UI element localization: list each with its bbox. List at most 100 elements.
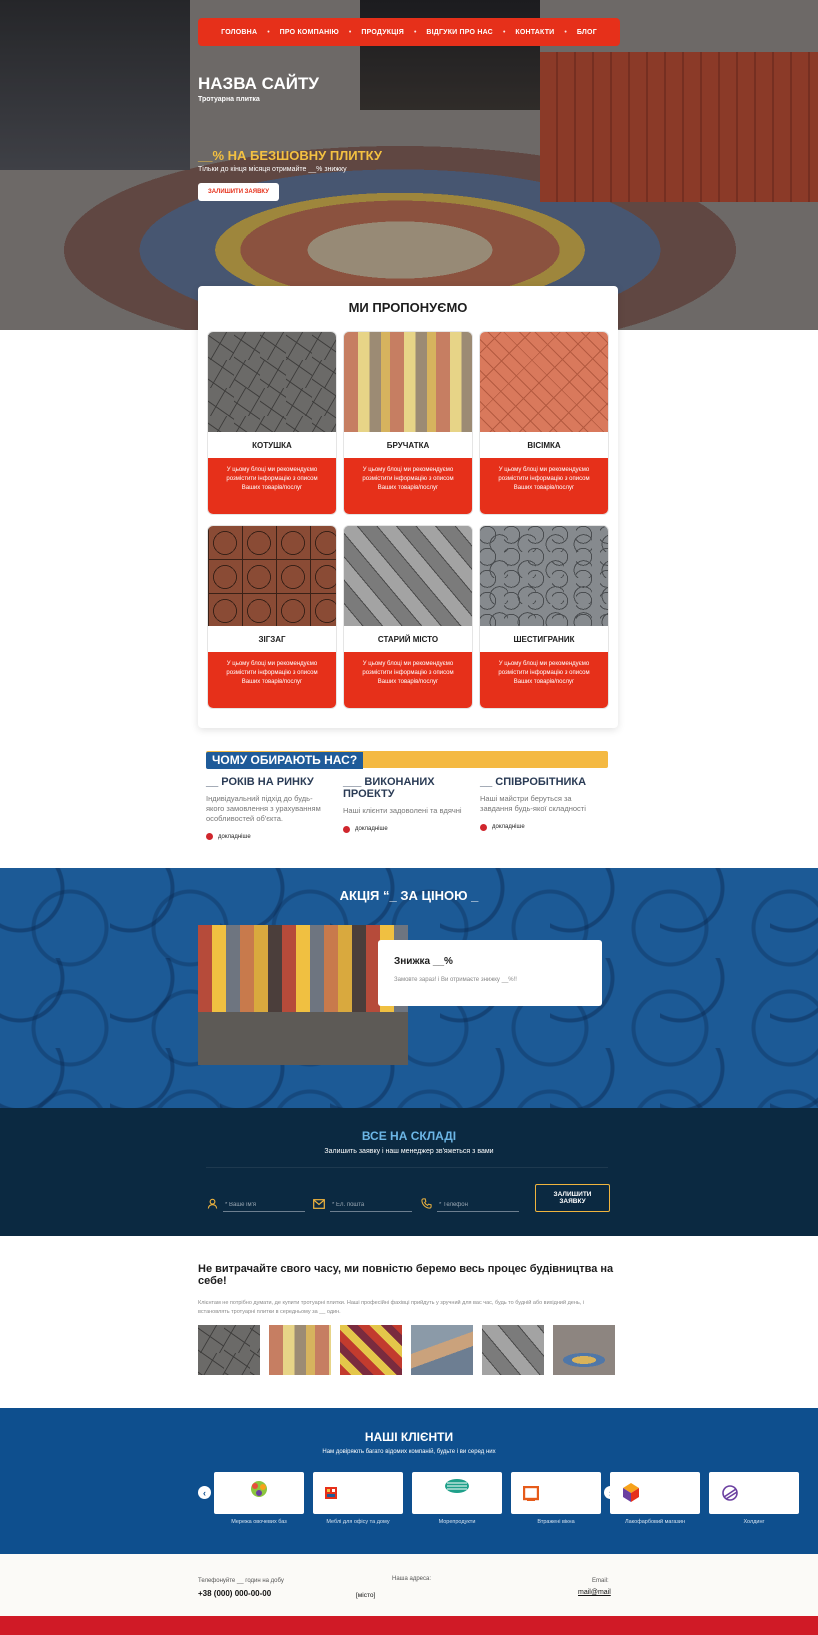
gallery-image[interactable] [269, 1325, 331, 1375]
client-item[interactable]: Мережа овочевих баз [214, 1472, 304, 1525]
gallery-image[interactable] [411, 1325, 473, 1375]
client-name: Холдинг [743, 1519, 765, 1525]
why-item-text: Наші клієнти задоволені та вдячні [343, 806, 462, 816]
product-name: БРУЧАТКА [386, 440, 430, 450]
vegetables-logo-icon [251, 1481, 267, 1497]
nav-products[interactable]: ПРОДУКЦІЯ [361, 29, 404, 36]
gallery-image[interactable] [340, 1325, 402, 1375]
product-grid: КОТУШКА У цьому блоці ми рекомендуємо ро… [208, 332, 608, 708]
why-section: ЧОМУ ОБИРАЮТЬ НАС? __ РОКІВ НА РИНКУ Інд… [206, 751, 608, 841]
furniture-logo-icon [325, 1487, 337, 1499]
client-logo [313, 1472, 403, 1514]
why-columns: __ РОКІВ НА РИНКУ Індивідуальний підхід … [206, 776, 608, 841]
submit-request-button[interactable]: ЗАЛИШИТИ ЗАЯВКУ [535, 1184, 610, 1212]
more-link-label: докладніше [492, 824, 525, 831]
user-icon [206, 1198, 218, 1212]
product-name: ЗІГЗАГ [258, 634, 286, 644]
envelope-icon [313, 1199, 325, 1212]
client-item[interactable]: Холдинг [709, 1472, 799, 1525]
why-header-bar: ЧОМУ ОБИРАЮТЬ НАС? [206, 751, 608, 769]
why-item-text: Наші майстри беруться за завдання будь-я… [480, 794, 586, 813]
more-link[interactable]: докладніше [480, 823, 604, 831]
address: [місто] [356, 1592, 376, 1599]
hero-promo: __% НА БЕЗШОВНУ ПЛИТКУ Тільки до кінця м… [198, 148, 418, 220]
nav-home[interactable]: ГОЛОВНА [221, 29, 257, 36]
holding-logo-icon [722, 1485, 738, 1501]
discount-box: Знижка __% Замовте зараз! і Ви отримаєте… [378, 940, 602, 1006]
phone-label: Телефонуйте __ годин на добу [198, 1578, 284, 1584]
build-section: Не витрачайте свого часу, ми повністю бе… [198, 1263, 620, 1317]
warehouse-section: ВСЕ НА СКЛАДІ Залишить заявку і наш мене… [0, 1108, 818, 1236]
product-card[interactable]: ШЕСТИГРАНИК У цьому блоці ми рекомендуєм… [480, 526, 608, 708]
product-description: У цьому блоці ми рекомендуємо розмістити… [208, 458, 336, 514]
phone-icon [420, 1198, 432, 1212]
product-card[interactable]: КОТУШКА У цьому блоці ми рекомендуємо ро… [208, 332, 336, 514]
product-image [208, 332, 336, 432]
nav-reviews[interactable]: ВІДГУКИ ПРО НАС [426, 29, 493, 36]
carousel-prev-button[interactable]: ‹ [198, 1486, 211, 1499]
product-description: У цьому блоці ми рекомендуємо розмістити… [344, 458, 472, 514]
email-field[interactable] [330, 1199, 412, 1212]
client-item[interactable]: Меблі для офісу та дому [313, 1472, 403, 1525]
promo-title: __% НА БЕЗШОВНУ ПЛИТКУ [198, 148, 382, 163]
nav-blog[interactable]: БЛОГ [577, 29, 597, 36]
more-link[interactable]: докладніше [206, 833, 330, 841]
phone-field[interactable] [437, 1199, 519, 1212]
nav-about[interactable]: ПРО КОМПАНІЮ [280, 29, 339, 36]
action-title: АКЦІЯ “_ ЗА ЦІНОЮ _ [339, 888, 479, 903]
client-item[interactable]: Втражені вікна [511, 1472, 601, 1525]
gallery [198, 1325, 615, 1375]
clients-section: НАШІ КЛІЄНТИ Нам довіряють багато відоми… [0, 1408, 818, 1554]
action-photo [198, 925, 408, 1065]
why-title: ЧОМУ ОБИРАЮТЬ НАС? [206, 752, 364, 769]
product-image [344, 526, 472, 626]
clients-subtitle: Нам довіряють багато відомих компаній, б… [322, 1449, 496, 1455]
client-name: Лакофарбовий магазин [625, 1519, 685, 1525]
bottom-bar [0, 1616, 818, 1635]
email-link[interactable]: mail@mail [578, 1589, 611, 1596]
offer-title: МИ ПРОПОНУЄМО [348, 300, 468, 315]
client-item[interactable]: Морепродукти [412, 1472, 502, 1525]
gallery-image[interactable] [553, 1325, 615, 1375]
name-field[interactable] [223, 1199, 305, 1212]
windows-logo-icon [523, 1486, 539, 1501]
gallery-image[interactable] [482, 1325, 544, 1375]
client-item[interactable]: Лакофарбовий магазин [610, 1472, 700, 1525]
warehouse-title: ВСЕ НА СКЛАДІ [361, 1129, 457, 1143]
product-description: У цьому блоці ми рекомендуємо розмістити… [480, 652, 608, 708]
build-title: Не витрачайте свого часу, ми повністю бе… [198, 1263, 614, 1287]
hero-request-button[interactable]: ЗАЛИШИТИ ЗАЯВКУ [198, 183, 279, 201]
action-section: АКЦІЯ “_ ЗА ЦІНОЮ _ Знижка __% Замовте з… [0, 868, 818, 1108]
more-link-label: докладніше [355, 826, 388, 833]
client-name: Втражені вікна [537, 1519, 575, 1525]
phone-number[interactable]: +38 (000) 000-00-00 [198, 1589, 271, 1598]
nav-contacts[interactable]: КОНТАКТИ [515, 29, 554, 36]
product-name: КОТУШКА [252, 440, 292, 450]
product-card[interactable]: ВІСІМКА У цьому блоці ми рекомендуємо ро… [480, 332, 608, 514]
discount-title: Знижка __% [394, 956, 453, 967]
request-form: ЗАЛИШИТИ ЗАЯВКУ [206, 1184, 610, 1212]
site-subtitle: Тротуарна плитка [198, 96, 260, 103]
nav-separator: • [348, 28, 352, 36]
gallery-image[interactable] [198, 1325, 260, 1375]
why-item: ___ ВИКОНАНИХ ПРОЕКТУ Наші клієнти задов… [343, 776, 467, 840]
hero-section: ГОЛОВНА • ПРО КОМПАНІЮ • ПРОДУКЦІЯ • ВІД… [0, 0, 818, 330]
client-logo [412, 1472, 502, 1514]
discount-text: Замовте зараз! і Ви отримаєте знижку __%… [394, 977, 517, 983]
product-card[interactable]: ЗІГЗАГ У цьому блоці ми рекомендуємо роз… [208, 526, 336, 708]
why-item: __ СПІВРОБІТНИКА Наші майстри беруться з… [480, 776, 604, 840]
offer-section: МИ ПРОПОНУЄМО КОТУШКА У цьому блоці ми р… [198, 286, 618, 728]
address-label: Наша адреса: [392, 1576, 432, 1582]
clients-title: НАШІ КЛІЄНТИ [364, 1430, 454, 1444]
phone-field-group [420, 1198, 519, 1212]
build-text: Клієнтам не потрібно думати, де купити т… [198, 1300, 585, 1315]
more-link[interactable]: докладніше [343, 825, 467, 833]
why-item: __ РОКІВ НА РИНКУ Індивідуальний підхід … [206, 776, 330, 841]
product-image [480, 526, 608, 626]
nav-separator: • [267, 28, 270, 36]
nav-separator: • [413, 28, 417, 36]
product-card[interactable]: БРУЧАТКА У цьому блоці ми рекомендуємо р… [344, 332, 472, 514]
product-card[interactable]: СТАРИЙ МІСТО У цьому блоці ми рекомендує… [344, 526, 472, 708]
product-description: У цьому блоці ми рекомендуємо розмістити… [208, 652, 336, 708]
email-field-group [313, 1199, 412, 1212]
